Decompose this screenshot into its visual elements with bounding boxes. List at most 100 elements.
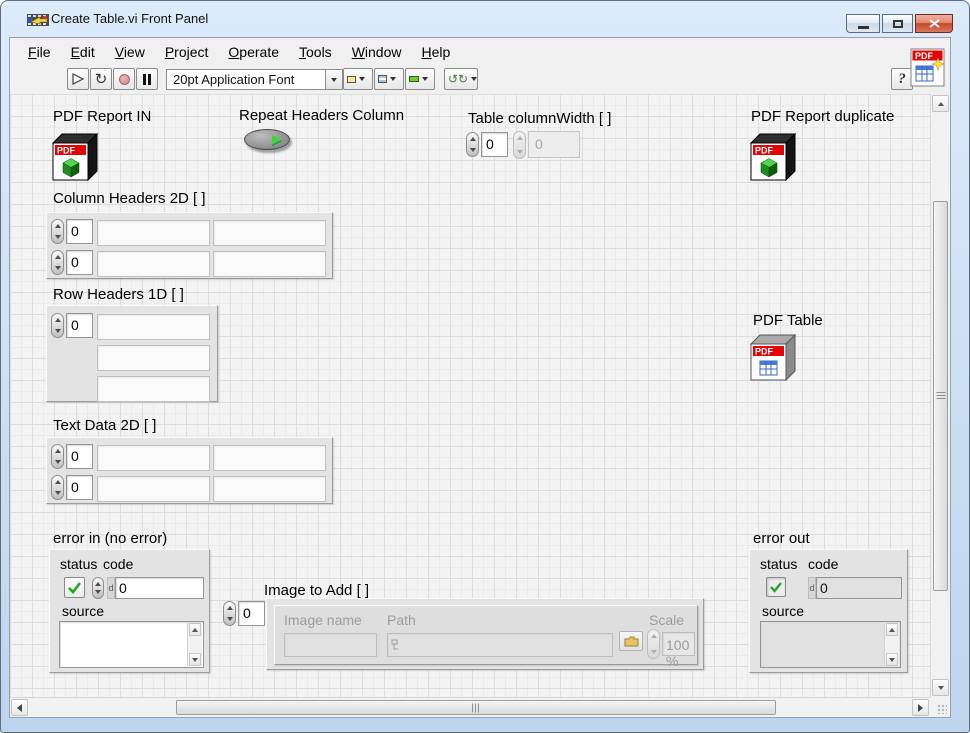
- column-headers-col-index[interactable]: 0: [51, 250, 93, 275]
- error-in-label: error in (no error): [53, 530, 167, 547]
- string-cell[interactable]: [97, 220, 210, 246]
- align-objects-button[interactable]: [343, 68, 373, 90]
- increment-decrement-icon[interactable]: [51, 475, 64, 500]
- increment-decrement-icon[interactable]: [92, 577, 104, 599]
- string-cell[interactable]: [97, 376, 210, 402]
- scroll-right-button[interactable]: [912, 699, 929, 716]
- code-label: code: [808, 556, 838, 572]
- radix-indicator: d: [808, 577, 816, 599]
- error-out-label: error out: [753, 530, 810, 547]
- table-columnwidth-label: Table columnWidth [ ]: [468, 110, 611, 127]
- pause-button[interactable]: [136, 68, 158, 90]
- menu-file[interactable]: File: [18, 40, 61, 64]
- scroll-down-button[interactable]: [932, 679, 949, 696]
- menu-operate[interactable]: Operate: [218, 40, 289, 64]
- vi-icon-badge[interactable]: PDF: [909, 44, 947, 90]
- code-spinner[interactable]: [92, 577, 106, 599]
- chevron-down-icon: [422, 77, 428, 81]
- row-headers-index[interactable]: 0: [51, 313, 93, 338]
- source-scrollbar[interactable]: [884, 623, 899, 666]
- menu-tools[interactable]: Tools: [289, 40, 342, 64]
- table-columnwidth-index[interactable]: 0: [466, 132, 508, 157]
- scroll-down-button[interactable]: [886, 653, 898, 666]
- increment-decrement-icon: [513, 131, 526, 159]
- scroll-up-button[interactable]: [932, 95, 949, 112]
- string-cell[interactable]: [213, 251, 326, 277]
- string-cell[interactable]: [97, 445, 210, 471]
- title-bar[interactable]: Create Table.vi Front Panel: [1, 1, 969, 37]
- source-field[interactable]: [59, 621, 204, 668]
- distribute-objects-button[interactable]: [374, 68, 404, 90]
- scroll-up-button[interactable]: [189, 623, 201, 636]
- checkmark-icon: [67, 581, 82, 594]
- string-cell[interactable]: [213, 445, 326, 471]
- repeat-headers-column-button[interactable]: [244, 129, 290, 150]
- close-button[interactable]: [915, 14, 953, 33]
- horizontal-scrollbar[interactable]: [10, 697, 930, 717]
- menu-help[interactable]: Help: [412, 40, 461, 64]
- horizontal-scroll-thumb[interactable]: [176, 700, 776, 715]
- increment-decrement-icon: [647, 629, 660, 659]
- column-headers-2d-label: Column Headers 2D [ ]: [53, 190, 206, 207]
- text-data-col-index[interactable]: 0: [51, 475, 93, 500]
- scroll-down-button[interactable]: [189, 653, 201, 666]
- index-value[interactable]: 0: [66, 219, 93, 244]
- vi-icon-banner: PDF: [915, 51, 934, 61]
- increment-decrement-icon[interactable]: [466, 132, 479, 157]
- resize-grip-icon[interactable]: [937, 704, 947, 714]
- increment-decrement-icon[interactable]: [51, 219, 64, 244]
- image-to-add-label: Image to Add [ ]: [264, 582, 369, 599]
- index-value[interactable]: 0: [238, 601, 265, 626]
- string-cell[interactable]: [213, 476, 326, 502]
- image-to-add-index[interactable]: 0: [223, 601, 265, 626]
- menu-view[interactable]: View: [105, 40, 155, 64]
- font-selector[interactable]: 20pt Application Font: [166, 69, 343, 90]
- reorder-button[interactable]: ↺↻: [444, 68, 478, 90]
- increment-decrement-icon[interactable]: [51, 444, 64, 469]
- vertical-scroll-thumb[interactable]: [933, 201, 948, 591]
- index-value[interactable]: 0: [66, 250, 93, 275]
- pdf-report-in-control[interactable]: PDF: [51, 133, 99, 181]
- index-value[interactable]: 0: [481, 132, 508, 157]
- image-name-field: [284, 633, 377, 657]
- increment-decrement-icon[interactable]: [223, 601, 236, 626]
- string-cell[interactable]: [97, 476, 210, 502]
- string-cell[interactable]: [97, 251, 210, 277]
- repeat-headers-column-label: Repeat Headers Column: [239, 107, 404, 124]
- menu-project[interactable]: Project: [155, 40, 219, 64]
- pause-icon: [143, 74, 151, 85]
- index-value[interactable]: 0: [66, 313, 93, 338]
- column-headers-row-index[interactable]: 0: [51, 219, 93, 244]
- path-type-icon: [391, 639, 401, 653]
- string-cell[interactable]: [213, 220, 326, 246]
- source-scrollbar[interactable]: [187, 623, 202, 666]
- index-value[interactable]: 0: [66, 475, 93, 500]
- radix-indicator[interactable]: d: [107, 577, 115, 599]
- menu-window[interactable]: Window: [342, 40, 412, 64]
- resize-objects-button[interactable]: [405, 68, 435, 90]
- pdf-table-control[interactable]: PDF: [749, 334, 798, 381]
- chevron-down-icon: [331, 78, 337, 82]
- window-controls: [844, 14, 953, 33]
- vertical-scrollbar[interactable]: [930, 94, 950, 697]
- minimize-icon: [858, 26, 869, 29]
- code-field[interactable]: 0: [115, 577, 204, 599]
- minimize-button[interactable]: [846, 14, 880, 33]
- font-selector-dropdown[interactable]: [326, 69, 343, 90]
- run-button[interactable]: [67, 68, 89, 90]
- font-selector-value: 20pt Application Font: [166, 69, 326, 90]
- status-checkbox[interactable]: [64, 577, 85, 598]
- scroll-left-button[interactable]: [11, 699, 28, 716]
- maximize-button[interactable]: [882, 14, 913, 33]
- scroll-up-button[interactable]: [886, 623, 898, 636]
- run-continuously-button[interactable]: ↻: [90, 68, 112, 90]
- pdf-report-duplicate-indicator[interactable]: PDF: [749, 133, 797, 181]
- index-value[interactable]: 0: [66, 444, 93, 469]
- text-data-row-index[interactable]: 0: [51, 444, 93, 469]
- increment-decrement-icon[interactable]: [51, 250, 64, 275]
- string-cell[interactable]: [97, 314, 210, 340]
- menu-edit[interactable]: Edit: [61, 40, 105, 64]
- abort-button[interactable]: [113, 68, 135, 90]
- string-cell[interactable]: [97, 345, 210, 371]
- increment-decrement-icon[interactable]: [51, 313, 64, 338]
